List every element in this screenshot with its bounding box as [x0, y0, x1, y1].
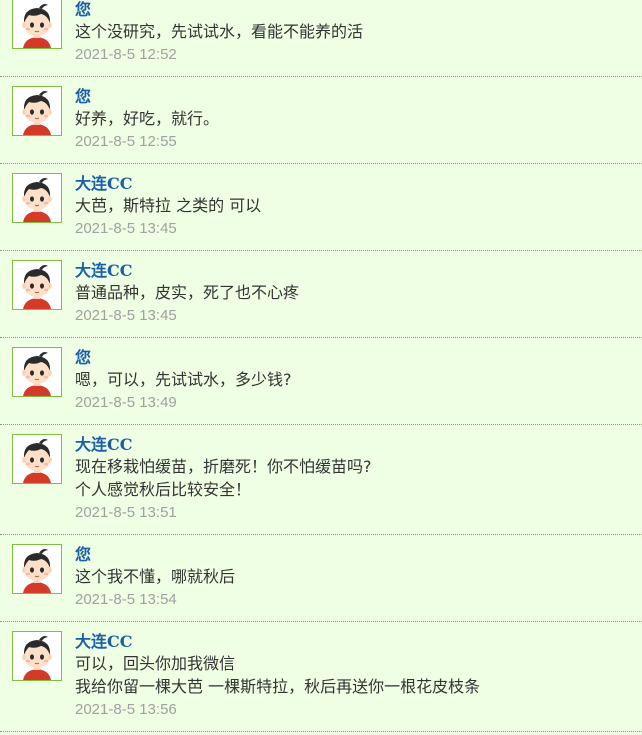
sender-name[interactable]: 您 — [75, 87, 642, 107]
sender-name[interactable]: 您 — [75, 545, 642, 565]
message-content: 您这个没研究，先试试水，看能不能养的活 2021-8-5 12:52 — [75, 0, 642, 66]
message-text: 大芭，斯特拉 之类的 可以 — [75, 196, 262, 215]
message-item: 您这个没研究，先试试水，看能不能养的活 2021-8-5 12:52 — [0, 0, 642, 77]
message-content: 您这个我不懂，哪就秋后 2021-8-5 13:54 — [75, 545, 642, 611]
message-text: 现在移栽怕缓苗，折磨死！你不怕缓苗吗? — [75, 457, 372, 476]
message-text: 嗯，可以，先试试水，多少钱? — [75, 370, 292, 389]
message-text: 我给你留一棵大芭 一棵斯特拉，秋后再送你一根花皮枝条 — [75, 677, 481, 696]
message-text: 这个我不懂，哪就秋后 — [75, 567, 236, 586]
message-timestamp: 2021-8-5 13:45 — [75, 307, 177, 324]
avatar-icon[interactable] — [12, 0, 62, 49]
message-content: 您好养，好吃，就行。 2021-8-5 12:55 — [75, 87, 642, 153]
message-item: 大连CC 现在移栽怕缓苗，折磨死！你不怕缓苗吗? 个人感觉秋后比较安全！ 2021-8… — [0, 425, 642, 535]
message-timestamp: 2021-8-5 12:55 — [75, 133, 177, 150]
message-item: 您嗯，可以，先试试水，多少钱? 2021-8-5 13:49 — [0, 338, 642, 425]
message-thread: 您这个没研究，先试试水，看能不能养的活 2021-8-5 12:52 您好养，好吃… — [0, 0, 642, 732]
message-timestamp: 2021-8-5 13:54 — [75, 591, 177, 608]
message-timestamp: 2021-8-5 13:56 — [75, 701, 177, 718]
sender-name[interactable]: 大连CC — [75, 174, 642, 194]
avatar-icon[interactable] — [12, 434, 62, 484]
message-item: 大连CC 可以，回头你加我微信我给你留一棵大芭 一棵斯特拉，秋后再送你一根花皮枝条… — [0, 622, 642, 732]
avatar-icon[interactable] — [12, 86, 62, 136]
sender-name[interactable]: 大连CC — [75, 261, 642, 281]
sender-name[interactable]: 大连CC — [75, 435, 642, 455]
message-item: 大连CC 普通品种，皮实，死了也不心疼 2021-8-5 13:45 — [0, 251, 642, 338]
avatar-icon[interactable] — [12, 173, 62, 223]
avatar-icon[interactable] — [12, 544, 62, 594]
message-content: 大连CC 大芭，斯特拉 之类的 可以 2021-8-5 13:45 — [75, 174, 642, 240]
message-timestamp: 2021-8-5 12:52 — [75, 46, 177, 63]
message-text: 这个没研究，先试试水，看能不能养的活 — [75, 22, 364, 41]
avatar-icon[interactable] — [12, 631, 62, 681]
message-content: 大连CC 现在移栽怕缓苗，折磨死！你不怕缓苗吗? 个人感觉秋后比较安全！ 2021-8… — [75, 435, 642, 524]
message-item: 您好养，好吃，就行。 2021-8-5 12:55 — [0, 77, 642, 164]
message-timestamp: 2021-8-5 13:45 — [75, 220, 177, 237]
avatar-icon[interactable] — [12, 260, 62, 310]
avatar-icon[interactable] — [12, 347, 62, 397]
message-text: 个人感觉秋后比较安全！ — [75, 480, 252, 499]
message-item: 您这个我不懂，哪就秋后 2021-8-5 13:54 — [0, 535, 642, 622]
message-content: 大连CC 普通品种，皮实，死了也不心疼 2021-8-5 13:45 — [75, 261, 642, 327]
message-text: 可以，回头你加我微信 — [75, 654, 236, 673]
message-text: 普通品种，皮实，死了也不心疼 — [75, 283, 300, 302]
sender-name[interactable]: 大连CC — [75, 632, 642, 652]
sender-name[interactable]: 您 — [75, 348, 642, 368]
message-content: 大连CC 可以，回头你加我微信我给你留一棵大芭 一棵斯特拉，秋后再送你一根花皮枝条… — [75, 632, 642, 721]
message-text: 好养，好吃，就行。 — [75, 109, 220, 128]
message-content: 您嗯，可以，先试试水，多少钱? 2021-8-5 13:49 — [75, 348, 642, 414]
message-timestamp: 2021-8-5 13:51 — [75, 504, 177, 521]
message-item: 大连CC 大芭，斯特拉 之类的 可以 2021-8-5 13:45 — [0, 164, 642, 251]
sender-name[interactable]: 您 — [75, 0, 642, 20]
message-timestamp: 2021-8-5 13:49 — [75, 394, 177, 411]
